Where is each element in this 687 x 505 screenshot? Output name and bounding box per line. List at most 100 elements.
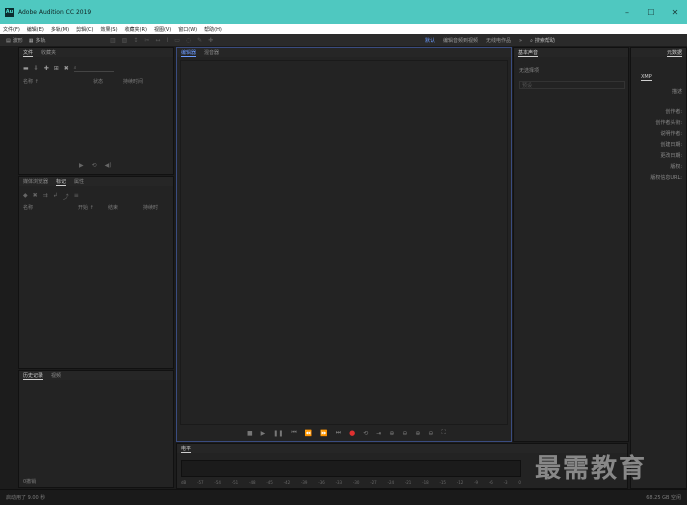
tab-markers[interactable]: 标记 xyxy=(56,178,67,186)
playlist-icon[interactable]: ≡ xyxy=(74,192,79,201)
play-icon[interactable]: ▶ xyxy=(261,430,266,437)
delete-icon[interactable]: ✖ xyxy=(64,65,69,72)
delete-marker-icon[interactable]: ✖ xyxy=(33,192,38,201)
tab-xmp[interactable]: XMP xyxy=(641,74,652,81)
meta-description-writer: 说明作者: xyxy=(660,131,682,137)
waveform-view-button[interactable]: ▤ 波形 xyxy=(6,37,23,45)
workspace-edit-audio-to-video[interactable]: 编辑音频到视频 xyxy=(443,37,478,44)
col-name[interactable]: 名称 ↑ xyxy=(23,78,93,85)
import-file-icon[interactable]: ⇩ xyxy=(34,65,39,72)
spectral-pitch-icon[interactable]: ▧ xyxy=(122,37,128,44)
razor-tool-icon[interactable]: ✂ xyxy=(144,37,149,44)
col-name[interactable]: 名称 xyxy=(23,204,78,211)
brush-tool-icon[interactable]: ✎ xyxy=(197,37,202,44)
meter-tick: -36 xyxy=(318,480,325,485)
meter-tick: -6 xyxy=(488,480,493,485)
slip-tool-icon[interactable]: ↔ xyxy=(155,37,160,44)
col-start[interactable]: 开始 ↑ xyxy=(78,204,108,211)
markers-panel: 媒体浏览器 标记 属性 ◆ ✖ ⇉ ↲ ⤴ ≡ 名称 开始 ↑ 结束 持续时 xyxy=(18,176,174,369)
meter-tick: -24 xyxy=(387,480,395,485)
tab-files[interactable]: 文件 xyxy=(23,49,34,57)
loop-icon[interactable]: ⟲ xyxy=(92,162,97,169)
meta-create-date: 创建日期: xyxy=(660,142,682,148)
record-icon[interactable]: ● xyxy=(349,429,355,437)
pause-icon[interactable]: ❚❚ xyxy=(273,430,283,437)
rewind-icon[interactable]: ⏪ xyxy=(305,430,312,437)
menu-file[interactable]: 文件(F) xyxy=(3,26,20,33)
audition-logo-icon: Au xyxy=(5,7,14,17)
col-duration[interactable]: 持续时 xyxy=(143,204,158,211)
meter-tick: -48 xyxy=(249,480,256,485)
spectral-frequency-icon[interactable]: ▥ xyxy=(110,37,116,44)
zoom-full-icon[interactable]: ⛶ xyxy=(441,429,445,437)
meter-tick: -15 xyxy=(439,480,446,485)
insert-icon[interactable]: ⊞ xyxy=(54,65,59,72)
menu-favorites[interactable]: 收藏夹(R) xyxy=(125,26,147,33)
menu-effects[interactable]: 效果(S) xyxy=(100,26,117,33)
menu-view[interactable]: 视图(V) xyxy=(154,26,171,33)
menu-edit[interactable]: 编辑(E) xyxy=(27,26,44,33)
menu-bar: 文件(F) 编辑(E) 多轨(M) 剪辑(C) 效果(S) 收藏夹(R) 视图(… xyxy=(0,24,687,34)
files-table-header: 名称 ↑ 状态 持续时间 xyxy=(23,78,171,85)
autoplay-icon[interactable]: ◀) xyxy=(105,162,112,169)
healing-tool-icon[interactable]: ✚ xyxy=(208,37,213,44)
open-file-icon[interactable]: ▬ xyxy=(23,65,29,72)
tab-video[interactable]: 视频 xyxy=(51,372,61,379)
col-status[interactable]: 状态 xyxy=(93,78,123,85)
time-selection-icon[interactable]: I xyxy=(166,37,168,44)
meta-creator-title: 创作者头衔: xyxy=(655,120,682,126)
marquee-tool-icon[interactable]: ▭ xyxy=(174,37,180,44)
menu-window[interactable]: 窗口(W) xyxy=(178,26,197,33)
description-label: 描述 xyxy=(671,89,682,95)
zoom-out-amp-icon[interactable]: ⊖ xyxy=(402,430,407,437)
new-file-icon[interactable]: ✚ xyxy=(44,65,49,72)
add-marker-icon[interactable]: ◆ xyxy=(23,192,28,201)
tab-levels[interactable]: 电平 xyxy=(181,445,192,453)
multitrack-view-button[interactable]: ▦ 多轨 xyxy=(29,37,46,45)
tab-properties[interactable]: 属性 xyxy=(74,178,84,185)
skip-forward-icon[interactable]: ⏭ xyxy=(336,429,341,437)
menu-help[interactable]: 帮助(H) xyxy=(204,26,222,33)
search-icon: ⌕ xyxy=(530,37,533,44)
zoom-in-time-icon[interactable]: ⊕ xyxy=(415,430,420,437)
fast-forward-icon[interactable]: ⏩ xyxy=(320,430,327,437)
preset-dropdown[interactable]: 预设 xyxy=(519,81,625,89)
skip-back-icon[interactable]: ⏮ xyxy=(291,429,296,437)
tab-editor[interactable]: 编辑器 xyxy=(181,49,197,57)
meta-copyright: 版权: xyxy=(670,164,682,170)
files-search-input[interactable]: ⌕ xyxy=(73,65,114,72)
merge-marker-icon[interactable]: ⇉ xyxy=(43,192,48,201)
tab-mixer[interactable]: 混音器 xyxy=(204,49,219,56)
workspace-default[interactable]: 默认 xyxy=(425,37,435,44)
stop-icon[interactable]: ■ xyxy=(247,430,253,437)
level-meter xyxy=(181,460,521,477)
tab-essential-sound[interactable]: 基本声音 xyxy=(518,49,539,57)
workspace-radio-production[interactable]: 无线电作品 xyxy=(486,37,511,44)
tab-history[interactable]: 历史记录 xyxy=(23,372,44,380)
editor-canvas[interactable] xyxy=(180,60,508,425)
maximize-button[interactable]: ☐ xyxy=(639,0,663,24)
menu-clip[interactable]: 剪辑(C) xyxy=(76,26,93,33)
lasso-tool-icon[interactable]: ◌ xyxy=(186,37,191,44)
tab-favorites[interactable]: 收藏夹 xyxy=(41,49,56,56)
skip-selection-icon[interactable]: ⇥ xyxy=(376,430,381,437)
meta-copyright-url: 版权信息URL: xyxy=(650,175,682,181)
meter-tick: 0 xyxy=(518,480,521,485)
play-icon[interactable]: ▶ xyxy=(79,162,84,169)
minimize-button[interactable]: – xyxy=(615,0,639,24)
loop-icon[interactable]: ⟲ xyxy=(363,430,368,437)
export-marker-icon[interactable]: ⤴ xyxy=(63,192,69,201)
editor-panel: 编辑器 混音器 ■ ▶ ❚❚ ⏮ ⏪ ⏩ ⏭ ● ⟲ ⇥ ⊕ ⊖ ⊕ ⊖ ⛶ xyxy=(176,47,512,442)
col-end[interactable]: 结束 xyxy=(108,204,143,211)
zoom-out-time-icon[interactable]: ⊖ xyxy=(428,430,433,437)
help-search[interactable]: ⌕ 搜索帮助 xyxy=(530,37,555,45)
tab-media-browser[interactable]: 媒体浏览器 xyxy=(23,178,48,185)
col-duration[interactable]: 持续时间 xyxy=(123,78,143,85)
menu-multitrack[interactable]: 多轨(M) xyxy=(51,26,69,33)
move-tool-icon[interactable]: ↕ xyxy=(133,37,138,44)
insert-marker-icon[interactable]: ↲ xyxy=(53,192,58,201)
more-workspaces-icon[interactable]: » xyxy=(519,38,522,44)
zoom-in-amp-icon[interactable]: ⊕ xyxy=(389,430,394,437)
close-button[interactable]: ✕ xyxy=(663,0,687,24)
tab-metadata[interactable]: 元数据 xyxy=(666,49,682,57)
